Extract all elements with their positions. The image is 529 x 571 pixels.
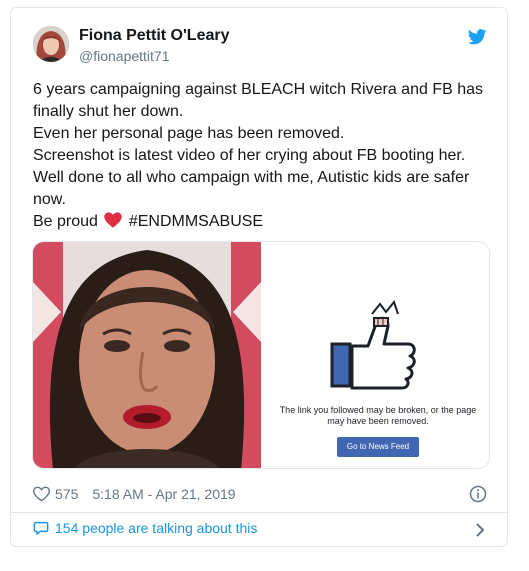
- chevron-right-icon[interactable]: [475, 522, 485, 538]
- media-facebook-screenshot[interactable]: The link you followed may be broken, or …: [261, 242, 489, 468]
- author-display-name[interactable]: Fiona Pettit O'Leary: [79, 27, 230, 45]
- tweet-line-1: 6 years campaigning against BLEACH witch…: [33, 81, 483, 120]
- like-count[interactable]: 575: [55, 486, 78, 502]
- info-icon[interactable]: [469, 485, 487, 503]
- talking-count-text[interactable]: 154 people are talking about this: [55, 520, 257, 536]
- media-grid[interactable]: The link you followed may be broken, or …: [32, 241, 490, 469]
- woman-photo-image: [33, 242, 261, 468]
- media-photo-woman[interactable]: [33, 242, 261, 468]
- author-handle[interactable]: @fionapettit71: [79, 48, 170, 64]
- tweet-timestamp[interactable]: 5:18 AM - Apr 21, 2019: [92, 486, 235, 502]
- tweet-line-3: Screenshot is latest video of her crying…: [33, 147, 466, 164]
- be-proud-text: Be proud: [33, 213, 98, 230]
- tweet-line-5: Be proud #ENDMMSABUSE: [33, 211, 493, 233]
- like-heart-icon[interactable]: [33, 486, 50, 502]
- twitter-bird-icon[interactable]: [468, 29, 487, 45]
- tweet-line-2: Even her personal page has been removed.: [33, 125, 345, 142]
- conversation-link[interactable]: 154 people are talking about this: [33, 520, 257, 536]
- tweet-meta: 575 5:18 AM - Apr 21, 2019: [33, 484, 236, 504]
- broken-link-message: The link you followed may be broken, or …: [279, 405, 477, 426]
- tweet-line-4: Well done to all who campaign with me, A…: [33, 169, 470, 208]
- footer-divider: [11, 512, 507, 513]
- speech-bubble-icon: [33, 521, 49, 535]
- hashtag-link[interactable]: #ENDMMSABUSE: [129, 213, 263, 230]
- tweet-card[interactable]: Fiona Pettit O'Leary @fionapettit71 6 ye…: [10, 7, 508, 547]
- avatar-image: [33, 26, 69, 62]
- go-to-news-feed-button[interactable]: Go to News Feed: [337, 437, 419, 457]
- tweet-body: 6 years campaigning against BLEACH witch…: [33, 79, 493, 233]
- author-avatar[interactable]: [33, 26, 69, 62]
- broken-thumbs-up-icon: [330, 300, 416, 390]
- red-heart-emoji-icon: [104, 212, 123, 228]
